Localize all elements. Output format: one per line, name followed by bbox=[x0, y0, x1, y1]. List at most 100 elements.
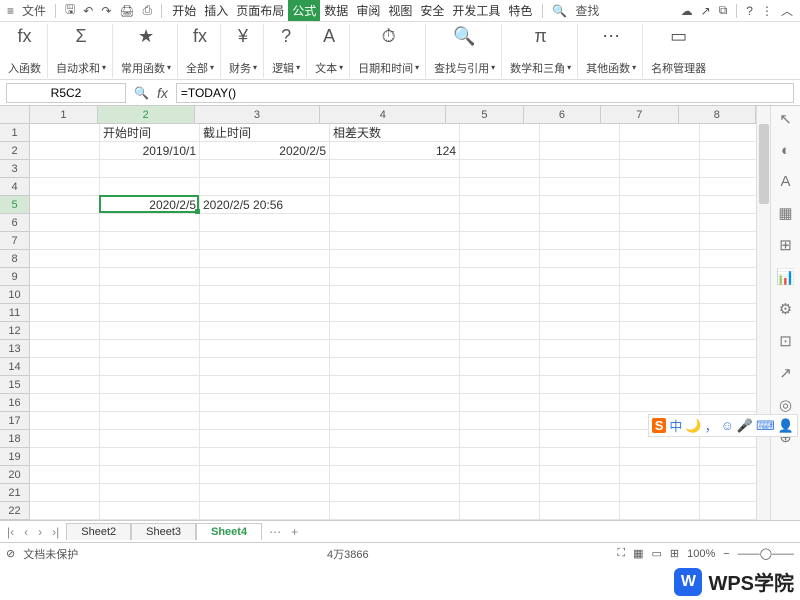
cell-r20c7[interactable] bbox=[620, 466, 700, 484]
cell-r7c3[interactable] bbox=[200, 232, 330, 250]
cell-r20c3[interactable] bbox=[200, 466, 330, 484]
cell-r12c1[interactable] bbox=[30, 322, 100, 340]
cell-r14c3[interactable] bbox=[200, 358, 330, 376]
cell-r8c1[interactable] bbox=[30, 250, 100, 268]
view-layout-icon[interactable]: ⊞ bbox=[670, 547, 679, 560]
cell-r18c1[interactable] bbox=[30, 430, 100, 448]
cell-r22c2[interactable] bbox=[100, 502, 200, 520]
cell-r9c7[interactable] bbox=[620, 268, 700, 286]
cell-r6c8[interactable] bbox=[700, 214, 756, 232]
cell-r19c3[interactable] bbox=[200, 448, 330, 466]
row-header-19[interactable]: 19 bbox=[0, 448, 30, 466]
cell-r7c1[interactable] bbox=[30, 232, 100, 250]
cell-r13c7[interactable] bbox=[620, 340, 700, 358]
cell-r20c5[interactable] bbox=[460, 466, 540, 484]
cell-r1c5[interactable] bbox=[460, 124, 540, 142]
cell-r11c4[interactable] bbox=[330, 304, 460, 322]
cell-r22c8[interactable] bbox=[700, 502, 756, 520]
cell-r17c1[interactable] bbox=[30, 412, 100, 430]
cell-r2c4[interactable]: 124 bbox=[330, 142, 460, 160]
cell-r4c7[interactable] bbox=[620, 178, 700, 196]
cell-r18c3[interactable] bbox=[200, 430, 330, 448]
cell-r14c6[interactable] bbox=[540, 358, 620, 376]
cell-r5c7[interactable] bbox=[620, 196, 700, 214]
col-header-5[interactable]: 5 bbox=[446, 106, 523, 124]
cell-r1c7[interactable] bbox=[620, 124, 700, 142]
tab-视图[interactable]: 视图 bbox=[384, 0, 416, 21]
cell-r11c3[interactable] bbox=[200, 304, 330, 322]
cell-r12c7[interactable] bbox=[620, 322, 700, 340]
grid-icon[interactable]: ⊞ bbox=[779, 236, 792, 254]
cell-r14c8[interactable] bbox=[700, 358, 756, 376]
scroll-thumb[interactable] bbox=[759, 124, 769, 204]
print-icon[interactable]: 🖨 bbox=[116, 4, 137, 18]
cell-r1c6[interactable] bbox=[540, 124, 620, 142]
ime-keyboard-icon[interactable]: ⌨ bbox=[756, 418, 775, 434]
cell-r21c1[interactable] bbox=[30, 484, 100, 502]
cell-r7c5[interactable] bbox=[460, 232, 540, 250]
name-box[interactable] bbox=[6, 83, 126, 103]
select-icon[interactable]: ◐ bbox=[781, 142, 790, 159]
cell-r10c6[interactable] bbox=[540, 286, 620, 304]
cell-r9c2[interactable] bbox=[100, 268, 200, 286]
help-icon[interactable]: ? bbox=[743, 4, 756, 18]
cancel-icon[interactable]: 🔍 bbox=[134, 86, 149, 100]
cell-r12c4[interactable] bbox=[330, 322, 460, 340]
fx-icon[interactable]: fx bbox=[157, 85, 168, 101]
cell-r5c1[interactable] bbox=[30, 196, 100, 214]
grid-main[interactable]: 12345678 1234567891011121314151617181920… bbox=[0, 106, 756, 520]
cell-r10c5[interactable] bbox=[460, 286, 540, 304]
chart-icon[interactable]: 📊 bbox=[776, 268, 795, 286]
col-header-6[interactable]: 6 bbox=[524, 106, 601, 124]
cell-r19c4[interactable] bbox=[330, 448, 460, 466]
cell-r20c1[interactable] bbox=[30, 466, 100, 484]
cell-r21c8[interactable] bbox=[700, 484, 756, 502]
cell-r21c2[interactable] bbox=[100, 484, 200, 502]
col-header-2[interactable]: 2 bbox=[98, 106, 195, 124]
cell-r12c6[interactable] bbox=[540, 322, 620, 340]
vertical-scrollbar[interactable] bbox=[756, 106, 770, 520]
col-header-3[interactable]: 3 bbox=[195, 106, 321, 124]
cell-r22c3[interactable] bbox=[200, 502, 330, 520]
ribbon-自动求和[interactable]: Σ自动求和▾ bbox=[50, 24, 113, 78]
ribbon-名称管理器[interactable]: ▭名称管理器 bbox=[645, 24, 712, 78]
tab-开始[interactable]: 开始 bbox=[168, 0, 200, 21]
col-header-1[interactable]: 1 bbox=[30, 106, 98, 124]
cell-r5c5[interactable] bbox=[460, 196, 540, 214]
cell-r18c2[interactable] bbox=[100, 430, 200, 448]
cell-r3c5[interactable] bbox=[460, 160, 540, 178]
cell-r8c3[interactable] bbox=[200, 250, 330, 268]
col-header-4[interactable]: 4 bbox=[320, 106, 446, 124]
cell-r14c1[interactable] bbox=[30, 358, 100, 376]
row-header-7[interactable]: 7 bbox=[0, 232, 30, 250]
cell-r19c8[interactable] bbox=[700, 448, 756, 466]
cell-r14c5[interactable] bbox=[460, 358, 540, 376]
file-menu[interactable]: 文件 bbox=[19, 2, 49, 19]
row-header-9[interactable]: 9 bbox=[0, 268, 30, 286]
cell-r3c1[interactable] bbox=[30, 160, 100, 178]
cell-r18c5[interactable] bbox=[460, 430, 540, 448]
tool2-icon[interactable]: ⊡ bbox=[779, 332, 792, 350]
cell-r1c4[interactable]: 相差天数 bbox=[330, 124, 460, 142]
cell-r7c4[interactable] bbox=[330, 232, 460, 250]
cell-r16c6[interactable] bbox=[540, 394, 620, 412]
ime-punct-icon[interactable]: ， bbox=[705, 416, 718, 435]
row-header-16[interactable]: 16 bbox=[0, 394, 30, 412]
cell-r13c5[interactable] bbox=[460, 340, 540, 358]
protect-icon[interactable]: ⊘ bbox=[6, 547, 15, 560]
cell-r16c3[interactable] bbox=[200, 394, 330, 412]
cell-r16c7[interactable] bbox=[620, 394, 700, 412]
cell-r16c5[interactable] bbox=[460, 394, 540, 412]
cell-r22c7[interactable] bbox=[620, 502, 700, 520]
cell-r2c2[interactable]: 2019/10/1 bbox=[100, 142, 200, 160]
cell-r20c2[interactable] bbox=[100, 466, 200, 484]
cell-r8c4[interactable] bbox=[330, 250, 460, 268]
cell-r15c8[interactable] bbox=[700, 376, 756, 394]
cell-r14c2[interactable] bbox=[100, 358, 200, 376]
cell-r6c6[interactable] bbox=[540, 214, 620, 232]
cell-r19c2[interactable] bbox=[100, 448, 200, 466]
cell-r7c7[interactable] bbox=[620, 232, 700, 250]
select-all-corner[interactable] bbox=[0, 106, 30, 124]
row-header-14[interactable]: 14 bbox=[0, 358, 30, 376]
redo-icon[interactable]: ↷ bbox=[98, 4, 114, 18]
